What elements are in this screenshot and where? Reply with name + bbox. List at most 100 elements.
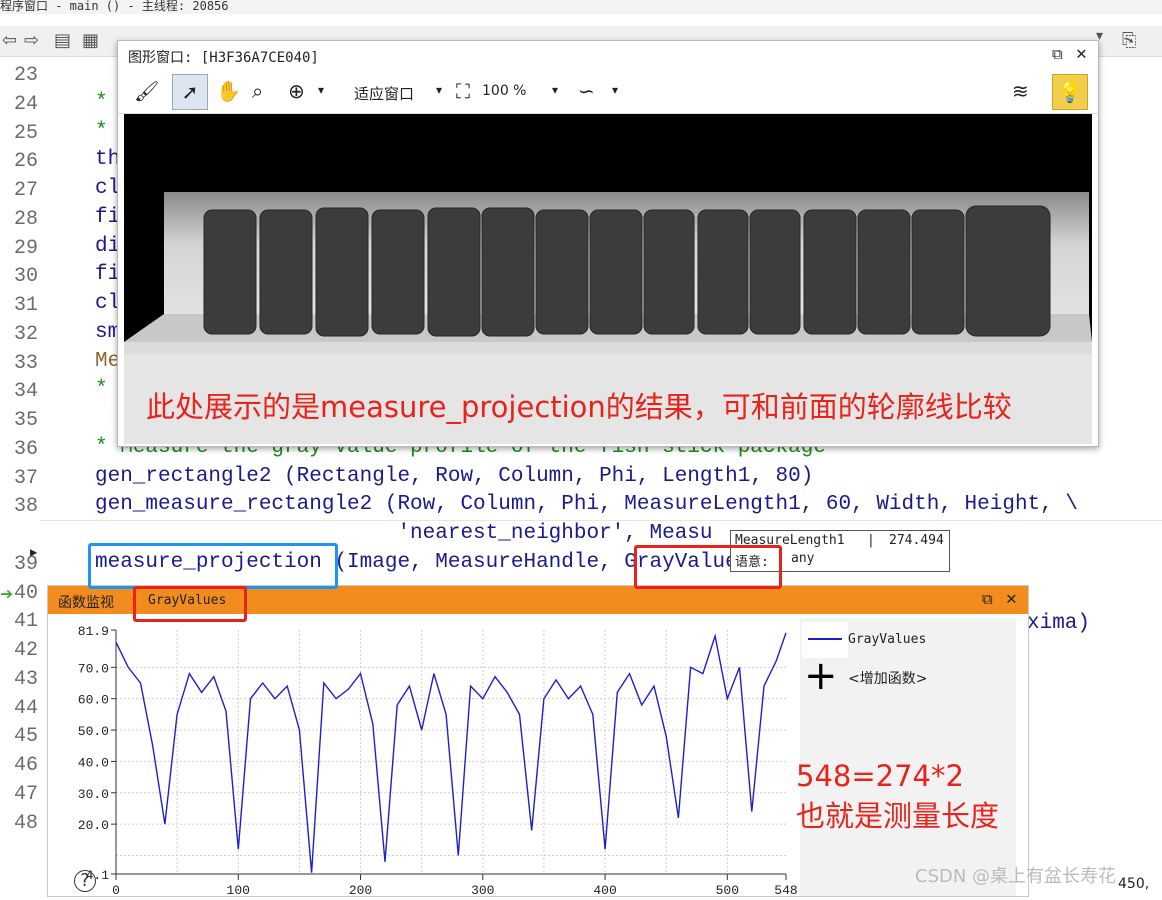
y-tick-label: 40.0 xyxy=(78,755,109,770)
forward-icon[interactable]: ⇨ xyxy=(24,30,39,51)
fit-dropdown-icon[interactable]: ▾ xyxy=(436,83,442,97)
x-tick-label: 548 xyxy=(774,883,797,896)
add-function-icon[interactable]: + xyxy=(804,656,838,696)
graphics-window-title: 图形窗口: [H3F36A7CE040] xyxy=(128,50,319,66)
y-tick-label: 70.0 xyxy=(78,661,109,676)
brush-icon[interactable]: 🖌 xyxy=(134,79,159,103)
line-number: 31 xyxy=(13,294,38,317)
line-number: 29 xyxy=(13,236,38,260)
y-tick-label: 30.0 xyxy=(78,787,109,802)
line-number: 37 xyxy=(13,466,38,490)
line-number: 24 xyxy=(13,92,38,116)
highlight-grayvalues xyxy=(634,545,782,589)
line-number: 40 xyxy=(13,581,38,605)
tooltip-separator: | xyxy=(867,533,875,548)
graphics-annotation: 此处展示的是measure_projection的结果，可和前面的轮廓线比较 xyxy=(146,390,1012,424)
editor-title-bar: 程序窗口 - main () - 主线程: 20856 xyxy=(0,0,1162,14)
code-line[interactable]: gen_measure_rectangle2 (Row, Column, Phi… xyxy=(95,493,1078,516)
grid-icon[interactable]: ▦ xyxy=(82,30,99,51)
line-number: 46 xyxy=(13,754,38,777)
legend-series-label: GrayValues xyxy=(848,632,927,647)
status-coordinate: 450, xyxy=(1118,876,1150,892)
close-icon[interactable]: ✕ xyxy=(1076,43,1087,64)
zoom-fit-icon[interactable]: ⛶ xyxy=(456,79,470,103)
line-number: 35 xyxy=(13,409,38,432)
y-tick-label: 60.0 xyxy=(78,693,109,708)
line-number: 47 xyxy=(13,782,38,806)
plot-area[interactable]: 81.9 70.0 60.0 50.0 40.0 30.0 20.0 4.1 0 100 200 30… xyxy=(58,618,798,898)
line-number: 33 xyxy=(13,351,38,375)
line-number: 27 xyxy=(13,179,38,202)
line-number: 41 xyxy=(13,610,38,634)
restore-icon[interactable]: ⧉ xyxy=(1052,45,1063,63)
function-monitor-window[interactable]: 函数监视 - GrayValues ⧉ ✕ 81.9 70.0 60.0 50.0 40… xyxy=(47,585,1029,898)
line-number: 36 xyxy=(13,437,38,461)
y-tick-label: 50.0 xyxy=(78,724,109,739)
shape-dropdown-icon[interactable]: ▾ xyxy=(612,83,618,97)
shape-draw-icon[interactable]: ∽ xyxy=(578,79,595,103)
restore-icon[interactable]: ⧉ xyxy=(982,590,993,608)
tooltip-var-value: 274.494 xyxy=(889,533,944,548)
grayvalues-chart: 81.970.060.050.040.030.020.04.10 100 200 30… xyxy=(78,624,798,898)
line-number: 39 xyxy=(13,552,38,576)
annotation-line-1: 548=274*2 xyxy=(796,759,964,793)
line-number: 42 xyxy=(13,639,38,662)
highlight-measure-projection xyxy=(88,543,338,589)
magnifier-icon[interactable]: ⌕ xyxy=(252,79,263,103)
x-tick-label: 100 xyxy=(227,883,250,896)
highlight-monitor-var xyxy=(133,586,247,622)
line-number: 48 xyxy=(13,811,38,835)
code-line[interactable]: gen_rectangle2 (Rectangle, Row, Column, … xyxy=(95,465,813,488)
image-display[interactable]: 此处展示的是measure_projection的结果，可和前面的轮廓线比较 xyxy=(124,114,1092,444)
add-function-button[interactable]: <增加函数> xyxy=(848,668,927,688)
legend-line xyxy=(808,638,842,640)
hand-icon[interactable]: ✋ xyxy=(216,79,241,103)
code-line-41-tail: xima) xyxy=(1027,612,1091,635)
function-monitor-title: 函数监视 xyxy=(58,595,114,611)
zoom-percent-field[interactable]: 100 % xyxy=(482,83,526,99)
x-tick-label: 200 xyxy=(349,883,372,896)
lightbulb-icon[interactable]: 💡 xyxy=(1052,74,1088,110)
close-icon[interactable]: ✕ xyxy=(1006,588,1017,609)
line-number: 43 xyxy=(13,667,38,691)
series-line-grayvalues xyxy=(115,632,787,873)
back-icon[interactable]: ⇦ xyxy=(2,30,17,51)
zoom-percent-dropdown-icon[interactable]: ▾ xyxy=(552,83,558,97)
x-tick-label: 500 xyxy=(716,883,739,896)
y-tick-label: 20.0 xyxy=(78,818,109,833)
pointer-icon[interactable]: ➚ xyxy=(172,74,208,110)
line-number: 26 xyxy=(13,150,38,174)
export-icon[interactable]: ⎘ xyxy=(1122,30,1136,51)
graphics-window[interactable]: 图形窗口: [H3F36A7CE040] ⧉ ✕ 🖌 ➚ ✋ ⌕ ⊕ ▾ 适应窗… xyxy=(117,40,1099,447)
code-line[interactable]: * xyxy=(95,91,108,114)
code-line[interactable]: * xyxy=(95,378,108,401)
line-number: 38 xyxy=(13,495,38,519)
code-line[interactable]: 'nearest_neighbor', Measu xyxy=(95,522,712,545)
line-number: 23 xyxy=(13,64,38,87)
line-number: 30 xyxy=(13,265,38,289)
line-number: 45 xyxy=(13,725,38,749)
zoom-dropdown-icon[interactable]: ▾ xyxy=(318,83,324,97)
line-number: 32 xyxy=(13,322,38,346)
y-tick-label: 81.9 xyxy=(78,624,109,639)
watermark: CSDN @桌上有盆长寿花 xyxy=(915,866,1117,887)
line-number: 28 xyxy=(13,207,38,231)
line-number: 34 xyxy=(13,380,38,404)
layers-icon[interactable]: ≋ xyxy=(1012,79,1029,103)
code-line[interactable]: * xyxy=(95,120,108,143)
editor-title: 程序窗口 - main () - 主线程: 20856 xyxy=(0,0,229,13)
length-annotation: 548=274*2 也就是测量长度 xyxy=(796,756,999,836)
annotation-line-2: 也就是测量长度 xyxy=(796,799,1000,833)
tooltip-semantics-value: any xyxy=(791,551,815,566)
line-number: 25 xyxy=(13,121,38,145)
x-tick-label: 300 xyxy=(471,883,494,896)
divider xyxy=(40,520,1162,521)
graphics-toolbar: 🖌 ➚ ✋ ⌕ ⊕ ▾ 适应窗口 ▾ ⛶ 100 % ▾ ∽ ▾ ≋ 💡 xyxy=(118,71,1098,114)
clipboard-icon[interactable]: ▤ xyxy=(54,30,71,51)
graphics-window-titlebar[interactable]: 图形窗口: [H3F36A7CE040] ⧉ ✕ xyxy=(118,41,1098,69)
zoom-in-icon[interactable]: ⊕ xyxy=(288,79,305,103)
x-tick-label: 400 xyxy=(593,883,616,896)
fit-window-select[interactable]: 适应窗口 xyxy=(354,83,414,104)
x-tick-label: 0 xyxy=(112,883,120,896)
help-icon[interactable]: ? xyxy=(74,870,96,892)
